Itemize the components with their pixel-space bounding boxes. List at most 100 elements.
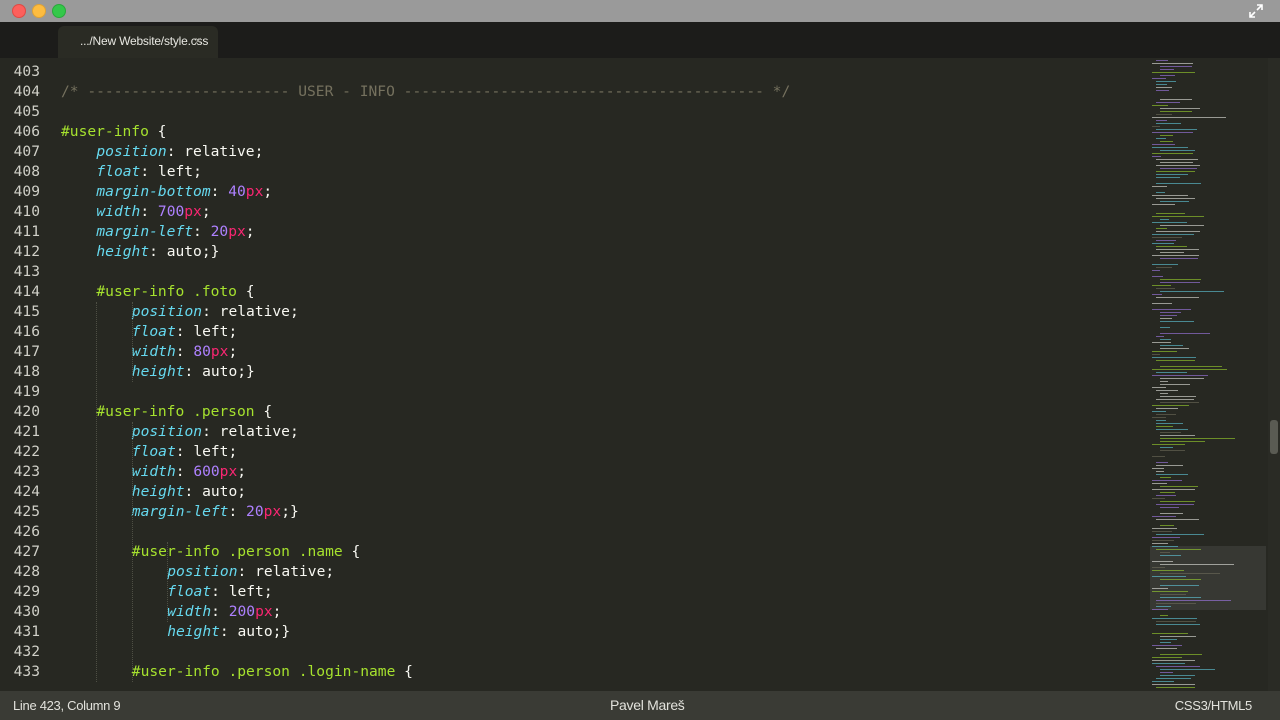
code-token: left — [157, 163, 194, 180]
minimap-line — [1152, 354, 1160, 355]
close-icon[interactable]: × — [194, 33, 202, 48]
syntax-mode[interactable]: CSS3/HTML5 — [1175, 698, 1253, 713]
code-token: left — [228, 583, 264, 600]
scroll-thumb[interactable] — [1270, 420, 1278, 454]
minimap-line — [1152, 105, 1168, 106]
code-token: : — [219, 623, 238, 640]
line-number: 408 — [13, 163, 40, 180]
minimap-line — [1156, 165, 1200, 166]
minimap-line — [1152, 657, 1182, 658]
code-token: height — [131, 483, 185, 500]
minimap-line — [1160, 384, 1190, 385]
code-token: width — [167, 603, 212, 620]
code-line[interactable]: position: relative; — [132, 422, 299, 442]
minimap-line — [1160, 252, 1184, 253]
minimap-line — [1156, 429, 1188, 430]
minimap-line — [1160, 555, 1181, 556]
minimap-line — [1156, 228, 1167, 229]
code-line[interactable]: margin-bottom: 40px; — [96, 182, 272, 202]
minimap-line — [1152, 255, 1199, 256]
code-token: px — [255, 603, 273, 620]
minimap-line — [1152, 387, 1166, 388]
code-line[interactable]: position: relative; — [167, 562, 334, 582]
code-line[interactable]: #user-info .foto { — [96, 282, 254, 302]
minimap-line — [1156, 666, 1200, 667]
minimap-line — [1152, 516, 1176, 517]
code-line[interactable]: width: 80px; — [132, 342, 237, 362]
indent-guide — [96, 302, 98, 682]
minimap-line — [1152, 537, 1180, 538]
code-token: relative — [255, 563, 326, 580]
code-token: px — [210, 343, 229, 360]
code-line[interactable]: #user-info .person { — [96, 402, 272, 422]
code-token: position — [131, 303, 203, 320]
line-number: 403 — [13, 63, 40, 80]
fullscreen-icon[interactable] — [1248, 3, 1264, 19]
code-line[interactable]: float: left; — [167, 582, 272, 602]
code-line[interactable]: height: auto;} — [132, 362, 255, 382]
code-line[interactable]: margin-left: 20px; — [96, 222, 254, 242]
minimap[interactable] — [1148, 58, 1268, 691]
code-line[interactable]: #user-info .person .login-name { — [132, 662, 413, 682]
code-line[interactable]: width: 700px; — [96, 202, 210, 222]
code-line[interactable]: height: auto;} — [167, 622, 290, 642]
minimap-line — [1160, 492, 1175, 493]
code-line[interactable]: height: auto;} — [96, 242, 219, 262]
code-line[interactable]: #user-info .person .name { — [132, 542, 360, 562]
minimap-line — [1156, 426, 1173, 427]
code-line[interactable]: width: 200px; — [167, 602, 281, 622]
code-token: : — [140, 203, 158, 220]
minimap-line — [1152, 303, 1172, 304]
code-line[interactable]: #user-info { — [61, 122, 166, 142]
minimap-line — [1152, 270, 1160, 271]
minimap-line — [1152, 153, 1193, 154]
minimap-line — [1156, 687, 1195, 688]
vertical-scrollbar[interactable] — [1268, 58, 1280, 691]
zoom-window-button[interactable] — [52, 4, 66, 18]
line-number: 409 — [13, 183, 40, 200]
minimap-line — [1156, 297, 1199, 298]
code-line[interactable]: position: relative; — [96, 142, 263, 162]
code-line[interactable]: float: left; — [132, 322, 237, 342]
minimap-line — [1152, 561, 1173, 562]
code-line[interactable]: width: 600px; — [132, 462, 246, 482]
code-line[interactable]: margin-left: 20px;} — [132, 502, 299, 522]
code-token: ;} — [201, 243, 220, 260]
minimap-line — [1160, 366, 1222, 367]
minimap-line — [1156, 648, 1177, 649]
code-token: ; — [272, 603, 282, 620]
code-token: ;} — [272, 623, 291, 640]
code-token: height — [167, 623, 220, 640]
code-line[interactable]: float: left; — [96, 162, 201, 182]
code-token: : — [184, 483, 203, 500]
minimize-window-button[interactable] — [32, 4, 46, 18]
minimap-line — [1160, 108, 1200, 109]
minimap-line — [1152, 411, 1166, 412]
minimap-line — [1156, 495, 1176, 496]
code-editor[interactable]: 403 404 405 406 407 408 409 410 411 412 413 414 415 4… — [0, 58, 1148, 691]
code-line[interactable]: /* ----------------------- USER - INFO -… — [61, 82, 790, 102]
minimap-line — [1152, 609, 1168, 610]
minimap-line — [1152, 660, 1195, 661]
code-line[interactable]: position: relative; — [132, 302, 299, 322]
minimap-line — [1152, 588, 1168, 589]
minimap-line — [1160, 597, 1201, 598]
minimap-line — [1152, 489, 1195, 490]
close-window-button[interactable] — [12, 4, 26, 18]
minimap-line — [1152, 147, 1188, 148]
code-token: ; — [237, 463, 247, 480]
status-author: Pavel Mareš — [610, 697, 685, 713]
code-token: ; — [254, 143, 264, 160]
minimap-line — [1160, 654, 1202, 655]
code-line[interactable]: height: auto; — [132, 482, 246, 502]
minimap-line — [1160, 168, 1197, 169]
minimap-line — [1152, 78, 1166, 79]
minimap-line — [1152, 237, 1182, 238]
code-line[interactable]: float: left; — [132, 442, 237, 462]
minimap-line — [1160, 636, 1196, 637]
tab-style-css[interactable]: .../New Website/style.css × — [58, 26, 218, 58]
code-token: float — [131, 443, 176, 460]
tab-label: .../New Website/style.css — [80, 34, 209, 48]
minimap-line — [1160, 225, 1204, 226]
code-token: : — [175, 323, 194, 340]
